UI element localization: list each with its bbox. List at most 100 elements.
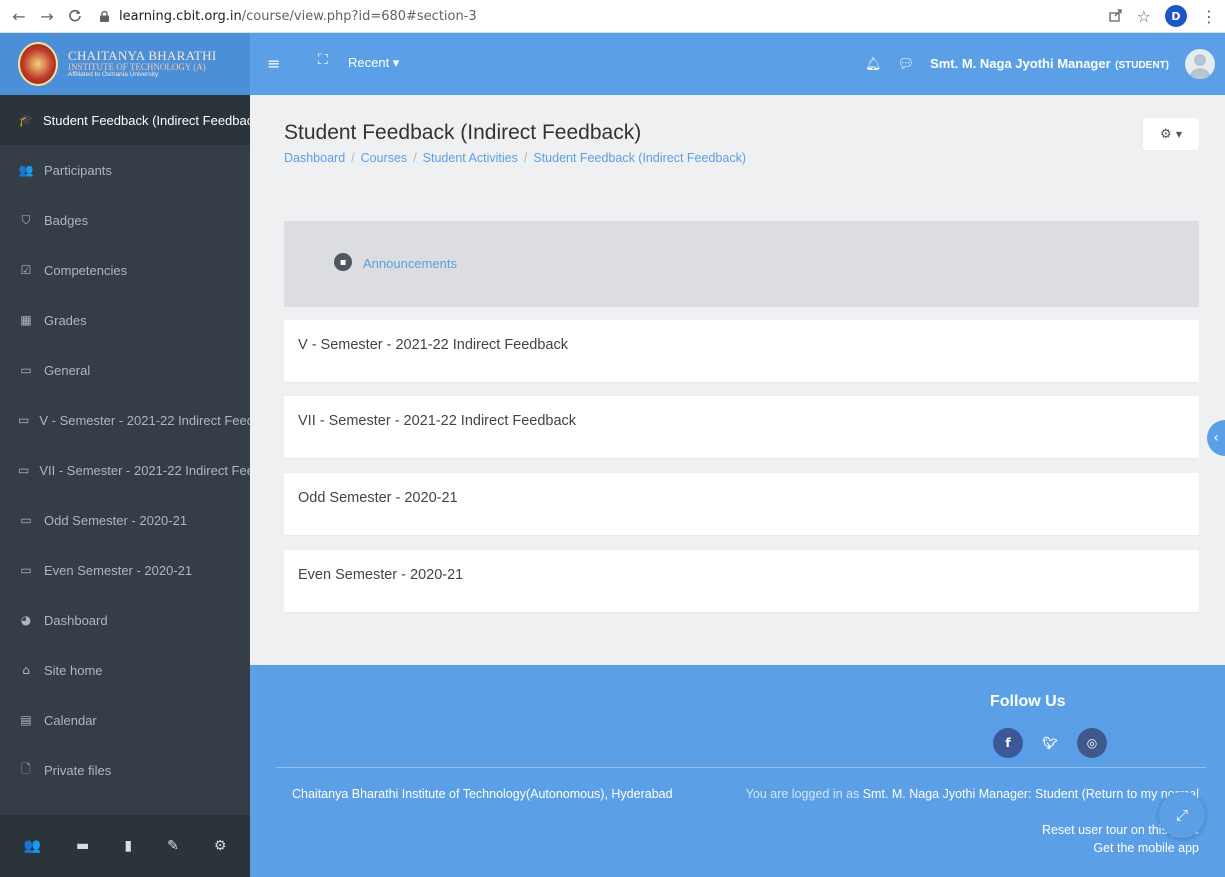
users-icon[interactable]: 👥	[24, 838, 41, 854]
shield-icon: ⛉	[21, 212, 31, 227]
top-navbar: CHAITANYA BHARATHI INSTITUTE OF TECHNOLO…	[0, 33, 1225, 109]
breadcrumb-separator: /	[413, 151, 417, 165]
recent-dropdown[interactable]: Recent ▾	[348, 55, 399, 71]
main-content: Student Feedback (Indirect Feedback) Das…	[250, 95, 1225, 665]
sidebar-item-label: General	[44, 362, 91, 378]
section-title[interactable]: Even Semester - 2020-21	[298, 567, 463, 583]
users-icon: 👥	[18, 163, 34, 177]
breadcrumb-current-course[interactable]: Student Feedback (Indirect Feedback)	[533, 151, 746, 165]
browser-menu-icon[interactable]: ⋮	[1201, 7, 1217, 26]
brush-icon[interactable]: ✎	[167, 838, 179, 854]
section-card[interactable]: V - Semester - 2021-22 Indirect Feedback	[284, 320, 1199, 382]
chevron-left-icon: ‹	[1213, 430, 1219, 446]
sidebar-item-label: Even Semester - 2020-21	[44, 562, 193, 578]
file-icon: 🗋	[21, 761, 31, 776]
logo-affiliation: Affiliated to Osmania University	[68, 71, 159, 79]
hamburger-menu-icon[interactable]: ≡	[267, 54, 280, 73]
notification-bell-icon[interactable]: 🔔︎	[865, 57, 882, 72]
messages-icon[interactable]: 💬︎	[898, 57, 915, 72]
twitter-icon[interactable]: 🐦︎	[1035, 728, 1065, 758]
user-role: (STUDENT)	[1115, 60, 1169, 71]
sidebar-item[interactable]: ▭ VII - Semester - 2021-22 Indirect Feedb…	[0, 445, 250, 495]
sidebar-item-label: Student Feedback (Indirect Feedback)	[42, 112, 250, 128]
breadcrumb-courses[interactable]: Courses	[361, 151, 408, 165]
sidebar-item[interactable]: ▭ Even Semester - 2020-21	[0, 545, 250, 595]
sidebar-item[interactable]: ▭ Odd Semester - 2020-21	[0, 495, 250, 545]
logo-title: CHAITANYA BHARATHI	[68, 48, 217, 64]
sidebar-item[interactable]: 🗋 Private files	[0, 745, 250, 795]
fullscreen-icon[interactable]: ⛶	[318, 52, 328, 68]
sidebar-item[interactable]: ▭ V - Semester - 2021-22 Indirect Feedbac…	[0, 395, 250, 445]
dashboard-icon: ◕	[20, 613, 32, 627]
sidebar-item-label: Private files	[44, 762, 112, 778]
home-icon: ⌂	[22, 663, 30, 677]
site-logo[interactable]: CHAITANYA BHARATHI INSTITUTE OF TECHNOLO…	[0, 33, 250, 95]
back-icon[interactable]: ←	[8, 5, 30, 27]
reload-icon[interactable]	[64, 5, 86, 27]
breadcrumb-student-activities[interactable]: Student Activities	[423, 151, 518, 165]
sidebar-item-label: Dashboard	[44, 612, 108, 628]
social-links: f 🐦︎ ◎	[993, 728, 1107, 758]
folder-icon: ▭	[18, 413, 30, 427]
sidebar-item-label: Grades	[44, 312, 87, 328]
instagram-icon[interactable]: ◎	[1077, 728, 1107, 758]
forward-icon[interactable]: →	[36, 5, 58, 27]
section-card[interactable]: Even Semester - 2020-21	[284, 550, 1199, 612]
right-drawer-toggle[interactable]: ‹	[1207, 420, 1225, 456]
facebook-icon[interactable]: f	[993, 728, 1023, 758]
folder-icon: ▭	[20, 363, 32, 377]
sidebar-item[interactable]: ▭ General	[0, 345, 250, 395]
sidebar-item[interactable]: 👥 Participants	[0, 145, 250, 195]
table-icon: ▦	[20, 313, 32, 327]
breadcrumb-separator: /	[351, 151, 355, 165]
share-icon[interactable]	[1109, 7, 1123, 26]
sidebar-item[interactable]: ⛉ Badges	[0, 195, 250, 245]
institution-seal-icon	[18, 42, 58, 86]
section-card[interactable]: VII - Semester - 2021-22 Indirect Feedba…	[284, 396, 1199, 458]
caret-down-icon: ▼	[1175, 129, 1182, 139]
gear-icon: ⚙	[1160, 126, 1172, 142]
cogs-icon[interactable]: ⚙	[214, 838, 227, 854]
sidebar-item-label: V - Semester - 2021-22 Indirect Feedback	[39, 412, 250, 428]
calendar-icon: ▤	[20, 713, 32, 727]
section-card[interactable]: Odd Semester - 2020-21	[284, 473, 1199, 535]
sidebar-item[interactable]: ⌂ Site home	[0, 645, 250, 695]
archive-icon[interactable]: ▬	[76, 838, 89, 854]
follow-us-heading: Follow Us	[990, 693, 1066, 710]
sidebar-item[interactable]: ◕ Dashboard	[0, 595, 250, 645]
user-menu[interactable]: Smt. M. Naga Jyothi Manager (STUDENT)	[930, 55, 1169, 73]
sidebar-item[interactable]: ☑ Competencies	[0, 245, 250, 295]
sidebar-item-label: Site home	[44, 662, 103, 678]
section-title[interactable]: Odd Semester - 2020-21	[298, 490, 458, 506]
sidebar-item-label: Odd Semester - 2020-21	[44, 512, 188, 528]
announcements-link[interactable]: Announcements	[363, 256, 457, 271]
sidebar-item[interactable]: 🎓 Student Feedback (Indirect Feedback)	[0, 95, 250, 145]
folder-icon: ▭	[18, 463, 30, 477]
footer-role-text: : Student (	[1028, 787, 1086, 801]
address-bar[interactable]: learning.cbit.org.in/course/view.php?id=…	[100, 9, 477, 24]
user-avatar[interactable]	[1185, 49, 1215, 79]
sidebar-item[interactable]: ▤ Calendar	[0, 695, 250, 745]
sidebar-item[interactable]: ▦ Grades	[0, 295, 250, 345]
user-name[interactable]: Smt. M. Naga Jyothi Manager	[930, 56, 1111, 71]
footer-user-link[interactable]: Smt. M. Naga Jyothi Manager	[863, 787, 1028, 801]
forum-icon: ▪	[334, 253, 352, 271]
sidebar-bottom-toolbar: 👥 ▬ ▮ ✎ ⚙	[0, 815, 250, 877]
url-host: learning.cbit.org.in	[119, 8, 242, 24]
folder-icon: ▭	[20, 563, 32, 577]
logged-in-as-text: You are logged in as	[745, 787, 860, 801]
breadcrumb-dashboard[interactable]: Dashboard	[284, 151, 345, 165]
get-mobile-app-link[interactable]: Get the mobile app	[1093, 841, 1199, 855]
course-settings-button[interactable]: ⚙ ▼	[1143, 118, 1199, 150]
section-title[interactable]: VII - Semester - 2021-22 Indirect Feedba…	[298, 413, 576, 429]
file-icon[interactable]: ▮	[124, 838, 132, 854]
expand-icon[interactable]: ⤢	[1159, 792, 1205, 838]
breadcrumb-separator: /	[523, 151, 528, 165]
footer-institution: Chaitanya Bharathi Institute of Technolo…	[292, 787, 673, 801]
bookmark-star-icon[interactable]: ☆	[1137, 7, 1151, 26]
sidebar-item-label: Badges	[44, 212, 89, 228]
sidebar-item-label: Calendar	[44, 712, 97, 728]
browser-profile-avatar[interactable]: D	[1165, 5, 1187, 27]
section-title[interactable]: V - Semester - 2021-22 Indirect Feedback	[298, 337, 568, 353]
page-footer: Follow Us f 🐦︎ ◎ Chaitanya Bharathi Inst…	[250, 665, 1225, 877]
